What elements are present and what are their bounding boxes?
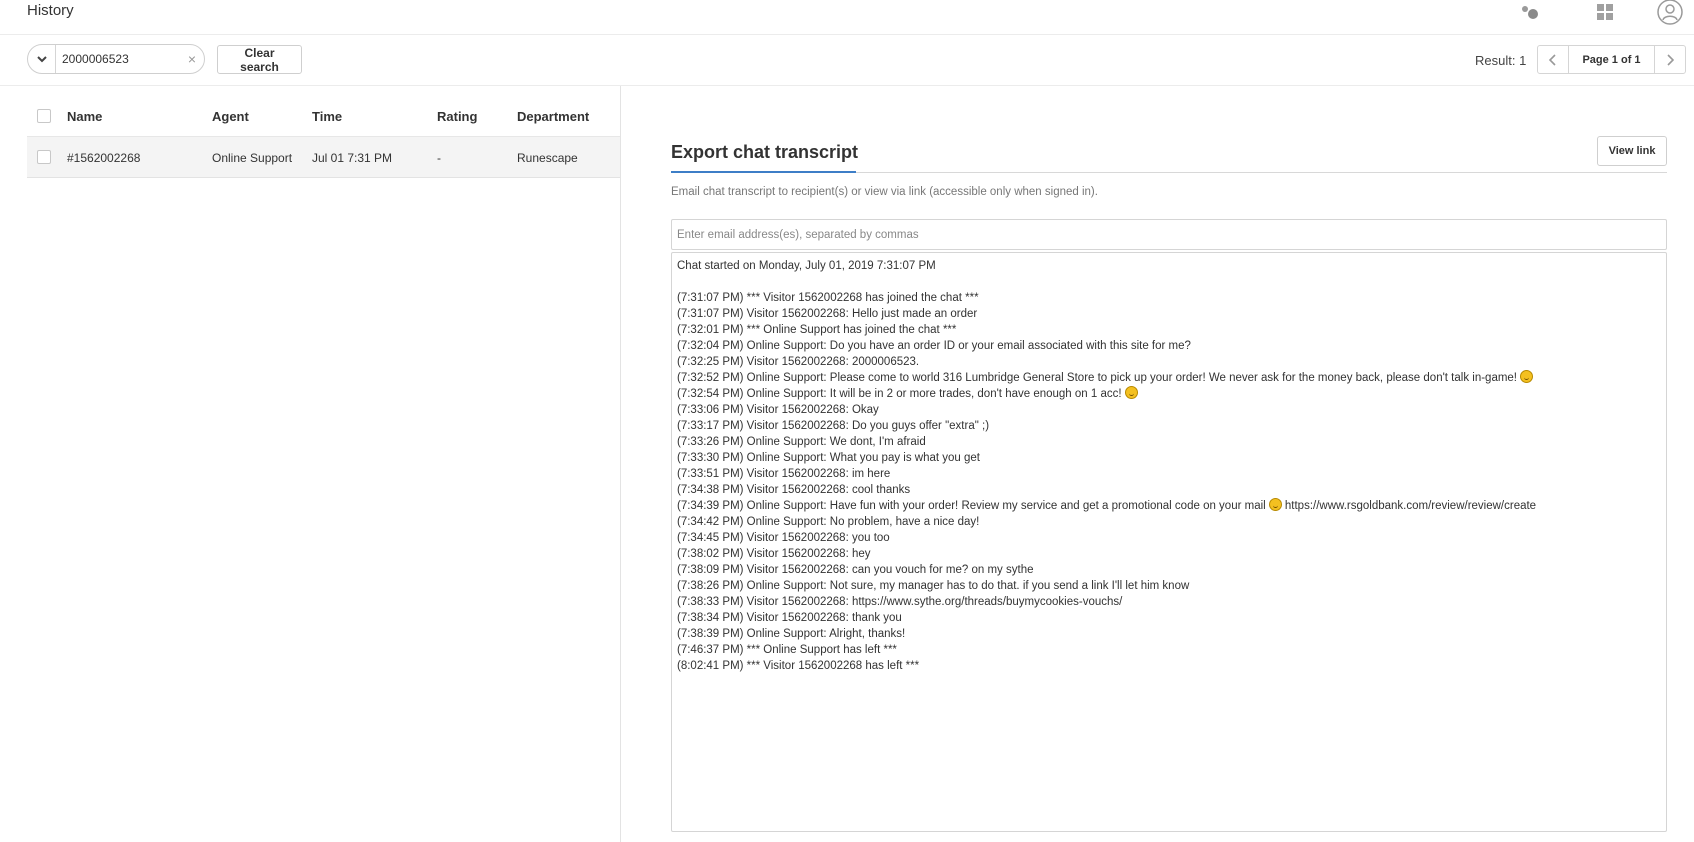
- transcript-line-text: (7:33:30 PM) Online Support: What you pa…: [677, 452, 980, 464]
- prev-page-button[interactable]: [1538, 46, 1569, 73]
- search-filter-toggle[interactable]: [28, 45, 56, 73]
- transcript-line-text: (7:33:06 PM) Visitor 1562002268: Okay: [677, 404, 879, 416]
- smiley-emoji-icon: [1268, 498, 1282, 511]
- export-description: Email chat transcript to recipient(s) or…: [671, 186, 1098, 198]
- next-page-button[interactable]: [1654, 46, 1685, 73]
- transcript-line: (7:33:51 PM) Visitor 1562002268: im here: [677, 466, 1661, 482]
- chevron-right-icon: [1667, 53, 1674, 66]
- transcript-line-text: Chat started on Monday, July 01, 2019 7:…: [677, 260, 936, 272]
- transcript-line: (7:33:06 PM) Visitor 1562002268: Okay: [677, 402, 1661, 418]
- apps-grid-icon[interactable]: [1593, 0, 1617, 24]
- review-link[interactable]: https://www.rsgoldbank.com/review/review…: [1282, 500, 1536, 512]
- email-recipients-input[interactable]: [671, 219, 1667, 250]
- transcript-textarea[interactable]: Chat started on Monday, July 01, 2019 7:…: [671, 252, 1667, 832]
- transcript-line-text: (7:38:09 PM) Visitor 1562002268: can you…: [677, 564, 1034, 576]
- table-row[interactable]: #1562002268 Online Support Jul 01 7:31 P…: [27, 137, 620, 178]
- transcript-line-text: (7:38:39 PM) Online Support: Alright, th…: [677, 628, 906, 640]
- transcript-line: (7:34:42 PM) Online Support: No problem,…: [677, 514, 1661, 530]
- transcript-line: (7:34:38 PM) Visitor 1562002268: cool th…: [677, 482, 1661, 498]
- transcript-line: (8:02:41 PM) *** Visitor 1562002268 has …: [677, 658, 1661, 674]
- transcript-line-text: (8:02:41 PM) *** Visitor 1562002268 has …: [677, 660, 920, 672]
- export-title: Export chat transcript: [671, 142, 859, 162]
- row-agent: Online Support: [212, 151, 293, 165]
- transcript-line: (7:38:33 PM) Visitor 1562002268: https:/…: [677, 594, 1661, 610]
- column-header-department[interactable]: Department: [517, 109, 589, 124]
- search-toolbar: × Clear search Result: 1 Page 1 of 1: [0, 35, 1694, 86]
- transcript-line: (7:38:09 PM) Visitor 1562002268: can you…: [677, 562, 1661, 578]
- transcript-line-text: (7:32:04 PM) Online Support: Do you have…: [677, 340, 1191, 352]
- transcript-line: (7:33:30 PM) Online Support: What you pa…: [677, 450, 1661, 466]
- transcript-line-text: (7:32:54 PM) Online Support: It will be …: [677, 388, 1122, 400]
- transcript-line: (7:34:39 PM) Online Support: Have fun wi…: [677, 498, 1661, 514]
- user-avatar-icon[interactable]: [1656, 0, 1684, 26]
- transcript-line-text: (7:38:33 PM) Visitor 1562002268: https:/…: [677, 596, 1123, 608]
- transcript-line-text: (7:46:37 PM) *** Online Support has left…: [677, 644, 897, 656]
- transcript-line: [677, 274, 1661, 290]
- transcript-line-text: (7:31:07 PM) Visitor 1562002268: Hello j…: [677, 308, 978, 320]
- chevron-left-icon: [1549, 53, 1556, 66]
- page-title: History: [27, 2, 74, 19]
- transcript-line-text: (7:34:45 PM) Visitor 1562002268: you too: [677, 532, 890, 544]
- smiley-emoji-icon: [1520, 370, 1534, 383]
- row-name: #1562002268: [67, 151, 141, 165]
- active-tab-underline: [671, 171, 856, 173]
- status-icon[interactable]: [1518, 0, 1544, 24]
- transcript-line: Chat started on Monday, July 01, 2019 7:…: [677, 258, 1661, 274]
- export-panel: Export chat transcript View link Email c…: [621, 86, 1694, 842]
- search-box: ×: [27, 44, 205, 74]
- transcript-line: (7:38:02 PM) Visitor 1562002268: hey: [677, 546, 1661, 562]
- chat-list-panel: Name Agent Time Rating Department #15620…: [0, 86, 621, 842]
- smiley-emoji-icon: [1124, 386, 1138, 399]
- transcript-line: (7:31:07 PM) Visitor 1562002268: Hello j…: [677, 306, 1661, 322]
- transcript-line: (7:32:04 PM) Online Support: Do you have…: [677, 338, 1661, 354]
- transcript-line: (7:46:37 PM) *** Online Support has left…: [677, 642, 1661, 658]
- transcript-line: (7:33:17 PM) Visitor 1562002268: Do you …: [677, 418, 1661, 434]
- column-header-time[interactable]: Time: [312, 109, 342, 124]
- transcript-line: (7:32:52 PM) Online Support: Please come…: [677, 370, 1661, 386]
- column-header-name[interactable]: Name: [67, 109, 102, 124]
- transcript-line: (7:38:26 PM) Online Support: Not sure, m…: [677, 578, 1661, 594]
- result-count: Result: 1: [1475, 53, 1527, 68]
- chevron-down-icon: [36, 50, 47, 68]
- row-department: Runescape: [517, 151, 578, 165]
- transcript-line: (7:38:34 PM) Visitor 1562002268: thank y…: [677, 610, 1661, 626]
- transcript-line: (7:38:39 PM) Online Support: Alright, th…: [677, 626, 1661, 642]
- top-header: History: [0, 0, 1694, 35]
- transcript-line-text: (7:32:25 PM) Visitor 1562002268: 2000006…: [677, 356, 920, 368]
- table-header: Name Agent Time Rating Department: [27, 86, 620, 137]
- transcript-line: (7:32:54 PM) Online Support: It will be …: [677, 386, 1661, 402]
- transcript-line: (7:31:07 PM) *** Visitor 1562002268 has …: [677, 290, 1661, 306]
- transcript-line-text: (7:31:07 PM) *** Visitor 1562002268 has …: [677, 292, 979, 304]
- clear-input-icon[interactable]: ×: [188, 51, 196, 67]
- transcript-line: (7:34:45 PM) Visitor 1562002268: you too: [677, 530, 1661, 546]
- row-time: Jul 01 7:31 PM: [312, 151, 393, 165]
- page-indicator: Page 1 of 1: [1582, 53, 1641, 66]
- pagination: Page 1 of 1: [1537, 45, 1686, 74]
- transcript-line-text: (7:32:52 PM) Online Support: Please come…: [677, 372, 1518, 384]
- transcript-line-text: (7:38:02 PM) Visitor 1562002268: hey: [677, 548, 871, 560]
- row-rating: -: [437, 151, 441, 165]
- clear-search-button[interactable]: Clear search: [217, 45, 302, 74]
- transcript-line-text: (7:38:34 PM) Visitor 1562002268: thank y…: [677, 612, 902, 624]
- select-all-checkbox[interactable]: [37, 109, 51, 123]
- transcript-line-text: (7:33:17 PM) Visitor 1562002268: Do you …: [677, 420, 990, 432]
- transcript-line-text: (7:34:38 PM) Visitor 1562002268: cool th…: [677, 484, 911, 496]
- column-header-rating[interactable]: Rating: [437, 109, 477, 124]
- transcript-line-text: (7:33:26 PM) Online Support: We dont, I'…: [677, 436, 926, 448]
- transcript-line-text: (7:32:01 PM) *** Online Support has join…: [677, 324, 957, 336]
- transcript-line-text: (7:33:51 PM) Visitor 1562002268: im here: [677, 468, 891, 480]
- transcript-line: (7:32:25 PM) Visitor 1562002268: 2000006…: [677, 354, 1661, 370]
- transcript-line: (7:32:01 PM) *** Online Support has join…: [677, 322, 1661, 338]
- search-input[interactable]: [62, 49, 180, 69]
- column-header-agent[interactable]: Agent: [212, 109, 249, 124]
- transcript-line-text: (7:38:26 PM) Online Support: Not sure, m…: [677, 580, 1190, 592]
- transcript-line-text: (7:34:42 PM) Online Support: No problem,…: [677, 516, 980, 528]
- row-checkbox[interactable]: [37, 150, 51, 164]
- transcript-line: (7:33:26 PM) Online Support: We dont, I'…: [677, 434, 1661, 450]
- transcript-line-text: (7:34:39 PM) Online Support: Have fun wi…: [677, 500, 1266, 512]
- view-link-button[interactable]: View link: [1597, 136, 1667, 166]
